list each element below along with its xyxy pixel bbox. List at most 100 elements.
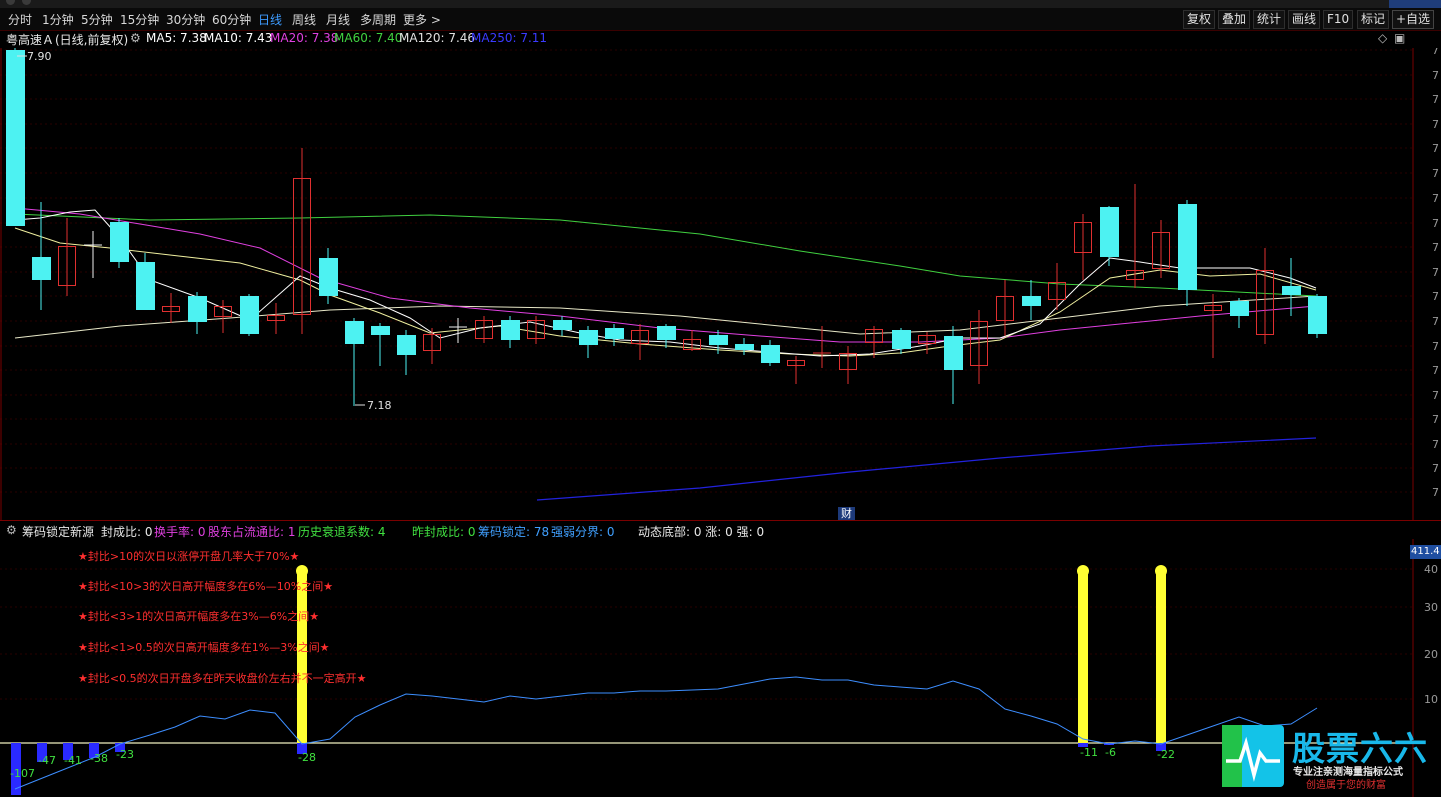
svg-text:7: 7 bbox=[1432, 192, 1439, 205]
candle bbox=[6, 50, 25, 226]
ma60-label: MA60: 7.40 bbox=[334, 31, 403, 45]
chart-mode: (日线,前复权) bbox=[55, 33, 129, 47]
period-tab-5min[interactable]: 5分钟 bbox=[81, 11, 113, 28]
stats-button[interactable]: 统计 bbox=[1253, 10, 1286, 29]
candles bbox=[6, 48, 1327, 406]
candle bbox=[1308, 296, 1327, 334]
svg-text:7: 7 bbox=[1432, 266, 1439, 279]
right-axis-ticks: 7 7 7 7 7 7 7 7 7 7 7 7 7 7 7 7 7 7 7 bbox=[1432, 48, 1439, 499]
svg-text:30: 30 bbox=[1424, 601, 1438, 614]
svg-text:7: 7 bbox=[1432, 389, 1439, 402]
add-watchlist-button[interactable]: +自选 bbox=[1392, 10, 1435, 29]
indicator-info-line: ⚙ 筹码锁定新源 封成比: 0 换手率: 0 股东占流通比: 1 历史衰退系数:… bbox=[0, 521, 1441, 539]
window-control-icon[interactable] bbox=[22, 0, 31, 5]
svg-text:7: 7 bbox=[1432, 413, 1439, 426]
finance-marker[interactable]: 财 bbox=[838, 507, 855, 521]
candle bbox=[110, 222, 129, 262]
field-decay: 历史衰退系数: 4 bbox=[298, 525, 386, 539]
candle bbox=[345, 321, 364, 344]
svg-text:-41: -41 bbox=[64, 754, 82, 767]
ma250-line bbox=[536, 437, 1317, 501]
high-price-label: 7.90 bbox=[27, 50, 52, 63]
svg-text:7: 7 bbox=[1432, 93, 1439, 106]
svg-text:7: 7 bbox=[1432, 142, 1439, 155]
expand-icon[interactable]: ▣ bbox=[1394, 31, 1405, 45]
field-chip-lock: 筹码锁定: 78 bbox=[478, 525, 550, 539]
signal-bar bbox=[297, 571, 307, 743]
candle bbox=[553, 320, 572, 330]
ma60-line bbox=[14, 213, 1317, 297]
svg-text:-47: -47 bbox=[38, 754, 56, 767]
window-top-strip bbox=[0, 0, 1441, 8]
candle bbox=[761, 345, 780, 363]
svg-text:7: 7 bbox=[1432, 438, 1439, 451]
window-control-icon[interactable] bbox=[6, 0, 15, 5]
candle bbox=[605, 328, 624, 339]
candle bbox=[397, 335, 416, 355]
period-tab-30min[interactable]: 30分钟 bbox=[166, 11, 205, 28]
candle bbox=[319, 258, 338, 296]
settings-icon[interactable]: ⚙ bbox=[130, 31, 141, 45]
candle bbox=[188, 296, 207, 322]
kline-chart[interactable]: 7 7 7 7 7 7 7 7 7 7 7 7 7 7 7 7 7 7 7 7.… bbox=[0, 48, 1441, 520]
fuquan-button[interactable]: 复权 bbox=[1183, 10, 1216, 29]
grid-lines bbox=[0, 49, 1412, 493]
low-price-label: 7.18 bbox=[367, 399, 392, 412]
svg-text:-6: -6 bbox=[1105, 746, 1116, 759]
overlay-button[interactable]: 叠加 bbox=[1218, 10, 1251, 29]
diamond-icon[interactable]: ◇ bbox=[1378, 31, 1387, 45]
signal-cap bbox=[1155, 565, 1167, 577]
signal-cap bbox=[1077, 565, 1089, 577]
svg-text:-23: -23 bbox=[116, 748, 134, 761]
f10-button[interactable]: F10 bbox=[1323, 10, 1354, 29]
period-tab-more[interactable]: 更多 > bbox=[403, 11, 441, 28]
period-tab-daily[interactable]: 日线 bbox=[258, 11, 282, 28]
svg-text:7: 7 bbox=[1432, 167, 1439, 180]
brand-tagline-2: 创造属于您的财富 bbox=[1306, 780, 1386, 791]
svg-text:7: 7 bbox=[1432, 340, 1439, 353]
candle bbox=[892, 330, 911, 349]
field-prev-fengchengbi: 昨封成比: 0 bbox=[412, 525, 476, 539]
candle bbox=[371, 326, 390, 335]
svg-text:40: 40 bbox=[1424, 563, 1438, 576]
period-tab-15min[interactable]: 15分钟 bbox=[120, 11, 159, 28]
candle bbox=[240, 296, 259, 334]
mark-button[interactable]: 标记 bbox=[1357, 10, 1390, 29]
svg-text:7: 7 bbox=[1432, 315, 1439, 328]
stock-info-line: 粤高速Ａ (日线,前复权) ⚙ MA5: 7.38 MA10: 7.43 MA2… bbox=[0, 30, 1441, 48]
ma20-label: MA20: 7.38 bbox=[270, 31, 339, 45]
note-line-1: ★封比>10的次日以涨停开盘几率大于70%★ bbox=[78, 550, 300, 563]
ma250-label: MA250: 7.11 bbox=[471, 31, 548, 45]
candle bbox=[657, 326, 676, 340]
period-tab-1min[interactable]: 1分钟 bbox=[42, 11, 74, 28]
svg-text:7: 7 bbox=[1432, 462, 1439, 475]
candle bbox=[1282, 286, 1301, 295]
period-tab-weekly[interactable]: 周线 bbox=[292, 11, 316, 28]
candle bbox=[1230, 301, 1249, 316]
indicator-name[interactable]: 筹码锁定新源 bbox=[22, 523, 94, 540]
value-labels: -107 -47 -41 -38 -23 -28 -11 -6 -22 bbox=[10, 746, 1175, 780]
value-badge: 411.4 bbox=[1410, 545, 1441, 559]
period-tab-60min[interactable]: 60分钟 bbox=[212, 11, 251, 28]
draw-line-button[interactable]: 画线 bbox=[1288, 10, 1321, 29]
svg-text:7: 7 bbox=[1432, 241, 1439, 254]
svg-text:7: 7 bbox=[1432, 69, 1439, 82]
svg-text:7: 7 bbox=[1432, 48, 1439, 57]
signal-cap bbox=[296, 565, 308, 577]
ma20-line bbox=[14, 207, 1317, 343]
period-tab-multi[interactable]: 多周期 bbox=[360, 11, 396, 28]
indicator-settings-icon[interactable]: ⚙ bbox=[6, 523, 17, 537]
candle bbox=[136, 262, 155, 310]
period-tab-fenshi[interactable]: 分时 bbox=[8, 11, 32, 28]
candle bbox=[32, 257, 51, 280]
svg-text:7: 7 bbox=[1432, 217, 1439, 230]
note-line-3: ★封比<3>1的次日高开幅度多在3%—6%之间★ bbox=[78, 610, 320, 623]
svg-text:20: 20 bbox=[1424, 648, 1438, 661]
field-turnover: 换手率: 0 bbox=[154, 525, 206, 539]
candle bbox=[1178, 204, 1197, 290]
svg-text:-28: -28 bbox=[298, 751, 316, 764]
note-line-2: ★封比<10>3的次日高开幅度多在6%—10%之间★ bbox=[78, 580, 334, 593]
top-right-button[interactable] bbox=[1389, 0, 1441, 8]
period-tab-monthly[interactable]: 月线 bbox=[326, 11, 350, 28]
candle bbox=[944, 336, 963, 370]
